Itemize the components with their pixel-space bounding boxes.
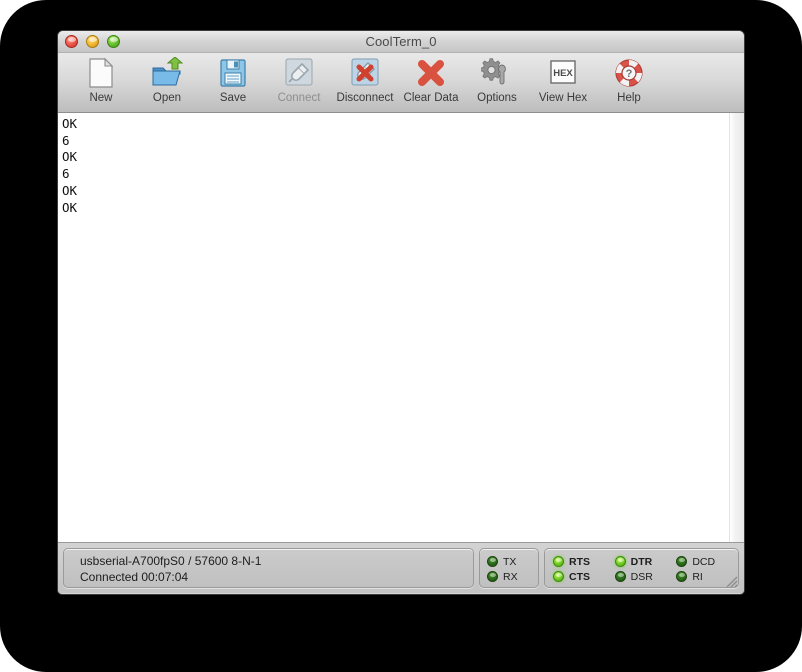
dsr-led-icon bbox=[615, 571, 626, 582]
led-row-tx: TX bbox=[487, 554, 538, 569]
ri-led-icon bbox=[676, 571, 687, 582]
gear-wrench-icon bbox=[481, 57, 513, 89]
dtr-label: DTR bbox=[631, 556, 653, 568]
connection-info-panel: usbserial-A700fpS0 / 57600 8-N-1 Connect… bbox=[63, 548, 474, 588]
signal-led-panel: RTS DTR DCD CTS DSR bbox=[544, 548, 739, 588]
window-titlebar: CoolTerm_0 bbox=[58, 31, 744, 53]
tx-label: TX bbox=[503, 556, 516, 568]
terminal-line: 6 bbox=[62, 166, 729, 183]
clear-x-icon bbox=[415, 57, 447, 89]
rx-led-icon bbox=[487, 571, 498, 582]
disconnect-label: Disconnect bbox=[337, 92, 394, 104]
view-hex-label: View Hex bbox=[539, 92, 587, 104]
status-bar: usbserial-A700fpS0 / 57600 8-N-1 Connect… bbox=[58, 543, 744, 593]
connection-status-text: Connected 00:07:04 bbox=[80, 569, 473, 585]
dcd-label: DCD bbox=[692, 556, 715, 568]
dsr-label: DSR bbox=[631, 571, 653, 583]
open-button[interactable]: Open bbox=[134, 57, 200, 104]
led-indicator-dtr: DTR bbox=[615, 556, 677, 568]
txrx-led-panel: TX RX bbox=[479, 548, 539, 588]
open-label: Open bbox=[153, 92, 181, 104]
led-indicator-cts: CTS bbox=[553, 571, 615, 583]
help-button[interactable]: ? Help bbox=[596, 57, 662, 104]
led-indicator-tx: TX bbox=[487, 556, 533, 568]
rts-label: RTS bbox=[569, 556, 590, 568]
connect-label: Connect bbox=[278, 92, 321, 104]
help-label: Help bbox=[617, 92, 641, 104]
save-floppy-icon bbox=[218, 57, 248, 89]
cts-led-icon bbox=[553, 571, 564, 582]
led-row-lower: CTS DSR RI bbox=[553, 569, 738, 584]
options-button[interactable]: Options bbox=[464, 57, 530, 104]
led-row-rx: RX bbox=[487, 569, 538, 584]
main-toolbar: New Open bbox=[58, 53, 744, 113]
terminal-scrollbar[interactable] bbox=[729, 113, 744, 542]
terminal-line: OK bbox=[62, 149, 729, 166]
terminal-output[interactable]: OK 6 OK 6 OK OK bbox=[58, 113, 729, 542]
disconnect-plug-icon bbox=[349, 57, 381, 89]
terminal-line: OK bbox=[62, 183, 729, 200]
maximize-button[interactable] bbox=[107, 35, 120, 48]
connect-plug-icon bbox=[283, 57, 315, 89]
ri-label: RI bbox=[692, 571, 703, 583]
terminal-line: OK bbox=[62, 116, 729, 133]
dtr-led-icon bbox=[615, 556, 626, 567]
port-settings-text: usbserial-A700fpS0 / 57600 8-N-1 bbox=[80, 553, 473, 569]
open-folder-icon bbox=[151, 57, 183, 89]
led-indicator-dcd: DCD bbox=[676, 556, 738, 568]
led-indicator-rx: RX bbox=[487, 571, 533, 583]
new-button[interactable]: New bbox=[68, 57, 134, 104]
window-controls bbox=[65, 35, 120, 48]
rts-led-icon bbox=[553, 556, 564, 567]
terminal-line: 6 bbox=[62, 133, 729, 150]
terminal-area: OK 6 OK 6 OK OK bbox=[58, 113, 744, 543]
led-indicator-ri: RI bbox=[676, 571, 738, 583]
close-button[interactable] bbox=[65, 35, 78, 48]
clear-data-label: Clear Data bbox=[404, 92, 459, 104]
disconnect-button[interactable]: Disconnect bbox=[332, 57, 398, 104]
tx-led-icon bbox=[487, 556, 498, 567]
led-indicator-rts: RTS bbox=[553, 556, 615, 568]
rx-label: RX bbox=[503, 571, 518, 583]
new-label: New bbox=[89, 92, 112, 104]
new-document-icon bbox=[86, 57, 116, 89]
coolterm-window: CoolTerm_0 New Open bbox=[57, 30, 745, 595]
svg-text:?: ? bbox=[626, 68, 633, 80]
hex-icon: HEX bbox=[547, 57, 579, 89]
clear-data-button[interactable]: Clear Data bbox=[398, 57, 464, 104]
minimize-button[interactable] bbox=[86, 35, 99, 48]
svg-text:HEX: HEX bbox=[553, 68, 573, 79]
cts-label: CTS bbox=[569, 571, 590, 583]
view-hex-button[interactable]: HEX View Hex bbox=[530, 57, 596, 104]
connect-button[interactable]: Connect bbox=[266, 57, 332, 104]
led-indicator-dsr: DSR bbox=[615, 571, 677, 583]
window-title: CoolTerm_0 bbox=[58, 31, 744, 53]
led-row-upper: RTS DTR DCD bbox=[553, 554, 738, 569]
save-label: Save bbox=[220, 92, 246, 104]
terminal-line: OK bbox=[62, 200, 729, 217]
options-label: Options bbox=[477, 92, 517, 104]
save-button[interactable]: Save bbox=[200, 57, 266, 104]
life-ring-help-icon: ? bbox=[613, 57, 645, 89]
dcd-led-icon bbox=[676, 556, 687, 567]
